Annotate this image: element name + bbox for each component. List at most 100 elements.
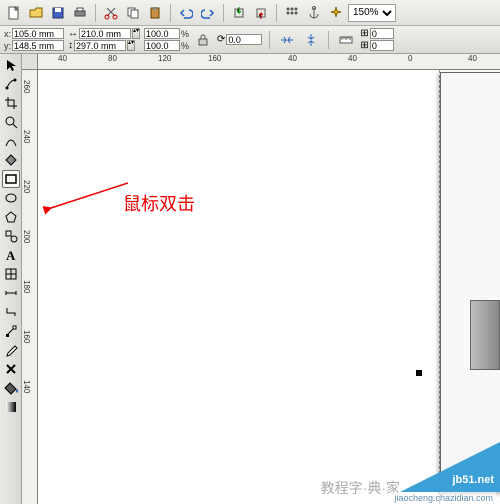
rotation-field: ⟳: [217, 34, 262, 45]
position-field: x: y:: [4, 28, 64, 51]
separator: [95, 4, 96, 22]
y-input[interactable]: [12, 40, 64, 51]
width-icon: ↔: [68, 28, 78, 39]
export-icon[interactable]: [251, 3, 271, 23]
workspace: A 40 80 120 160 40 40 0 40 260 240 220 2…: [0, 54, 500, 504]
ruler-tick: 240: [22, 130, 31, 143]
rectangle-tool[interactable]: [2, 170, 20, 188]
height-icon: ↕: [68, 40, 73, 51]
page-shadow: [440, 72, 500, 492]
annotation-arrow: [43, 178, 133, 218]
ruler-tick: 120: [158, 54, 171, 63]
smart-fill-tool[interactable]: [2, 151, 20, 169]
connector-tool[interactable]: [2, 303, 20, 321]
nudge-x-input[interactable]: [370, 28, 394, 39]
cut-icon[interactable]: [101, 3, 121, 23]
fill-tool[interactable]: [2, 379, 20, 397]
paste-icon[interactable]: [145, 3, 165, 23]
dimension-tool[interactable]: [2, 284, 20, 302]
property-bar: x: y: ↔ ▴▾ ↕ ▴▾ % % ⟳ ⊞ ⊞: [0, 26, 500, 54]
app-launcher-icon[interactable]: [282, 3, 302, 23]
ruler-corner[interactable]: [22, 54, 38, 70]
ruler-tick: 160: [22, 330, 31, 343]
svg-text:A: A: [6, 248, 16, 262]
pick-tool[interactable]: [2, 56, 20, 74]
eyedropper-tool[interactable]: [2, 341, 20, 359]
ruler-tick: 0: [408, 54, 412, 63]
table-tool[interactable]: [2, 265, 20, 283]
separator: [269, 31, 270, 49]
nudge-y-icon: ⊞: [360, 40, 368, 51]
ruler-tick: 40: [288, 54, 297, 63]
width-input[interactable]: [79, 28, 131, 39]
open-file-icon[interactable]: [26, 3, 46, 23]
ruler-tick: 80: [108, 54, 117, 63]
polygon-tool[interactable]: [2, 208, 20, 226]
crop-tool[interactable]: [2, 94, 20, 112]
scale-y-input[interactable]: [144, 40, 180, 51]
separator: [223, 4, 224, 22]
x-input[interactable]: [12, 28, 64, 39]
ruler-tick: 220: [22, 180, 31, 193]
redo-icon[interactable]: [198, 3, 218, 23]
watermark-main: jb51.net: [452, 474, 494, 486]
spark-icon[interactable]: [326, 3, 346, 23]
size-field: ↔ ▴▾ ↕ ▴▾: [68, 28, 140, 51]
ruler-tick: 160: [208, 54, 221, 63]
main-toolbar: 150%: [0, 0, 500, 26]
ruler-tick: 260: [22, 80, 31, 93]
separator: [276, 4, 277, 22]
separator: [328, 31, 329, 49]
canvas[interactable]: 鼠标双击: [38, 70, 500, 504]
anchor-icon[interactable]: [304, 3, 324, 23]
selection-handle[interactable]: [416, 370, 422, 376]
watermark-gray-text: 教程字·典·家: [321, 478, 400, 498]
scale-field: % %: [144, 28, 189, 51]
rotation-input[interactable]: [226, 34, 262, 45]
outline-tool[interactable]: [2, 360, 20, 378]
ruler-tick: 40: [58, 54, 67, 63]
rendered-object[interactable]: [470, 300, 500, 370]
text-tool[interactable]: A: [2, 246, 20, 264]
canvas-area: 40 80 120 160 40 40 0 40 260 240 220 200…: [22, 54, 500, 504]
watermark-sub: jiaocheng.chazidian.com: [391, 492, 496, 504]
interactive-fill-tool[interactable]: [2, 398, 20, 416]
ruler-tick: 140: [22, 380, 31, 393]
percent-label: %: [181, 41, 189, 51]
interactive-tool[interactable]: [2, 322, 20, 340]
undo-icon[interactable]: [176, 3, 196, 23]
separator: [170, 4, 171, 22]
ruler-horizontal[interactable]: 40 80 120 160 40 40 0 40: [38, 54, 500, 70]
nudge-x-icon: ⊞: [360, 28, 368, 39]
mirror-v-icon[interactable]: [301, 30, 321, 50]
print-icon[interactable]: [70, 3, 90, 23]
ruler-tick: 200: [22, 230, 31, 243]
freehand-tool[interactable]: [2, 132, 20, 150]
basic-shapes-tool[interactable]: [2, 227, 20, 245]
mirror-h-icon[interactable]: [277, 30, 297, 50]
zoom-select[interactable]: 150%: [348, 4, 396, 22]
nudge-field: ⊞ ⊞: [360, 28, 393, 51]
shape-tool[interactable]: [2, 75, 20, 93]
x-label: x:: [4, 29, 11, 39]
rotate-icon: ⟳: [217, 34, 225, 45]
percent-label: %: [181, 29, 189, 39]
ruler-tick: 180: [22, 280, 31, 293]
scale-x-input[interactable]: [144, 28, 180, 39]
save-icon[interactable]: [48, 3, 68, 23]
import-icon[interactable]: [229, 3, 249, 23]
ellipse-tool[interactable]: [2, 189, 20, 207]
copy-icon[interactable]: [123, 3, 143, 23]
width-spinner[interactable]: ▴▾: [132, 28, 140, 39]
lock-ratio-icon[interactable]: [193, 30, 213, 50]
ruler-tick: 40: [468, 54, 477, 63]
height-spinner[interactable]: ▴▾: [127, 40, 135, 51]
units-icon[interactable]: [336, 30, 356, 50]
nudge-y-input[interactable]: [370, 40, 394, 51]
height-input[interactable]: [74, 40, 126, 51]
toolbox: A: [0, 54, 22, 504]
zoom-tool[interactable]: [2, 113, 20, 131]
ruler-vertical[interactable]: 260 240 220 200 180 160 140: [22, 70, 38, 504]
annotation-text: 鼠标双击: [123, 190, 195, 216]
new-file-icon[interactable]: [4, 3, 24, 23]
